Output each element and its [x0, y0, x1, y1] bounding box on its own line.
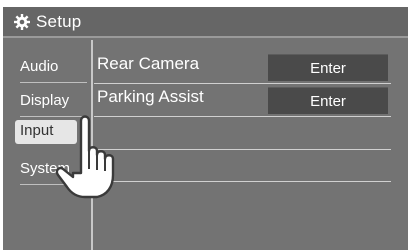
row-rear-camera: Rear Camera Enter — [94, 51, 393, 81]
page-title: Setup — [36, 12, 82, 31]
pointing-hand-icon — [55, 115, 115, 199]
gear-icon — [14, 14, 30, 30]
sidebar-item-display[interactable]: Display — [15, 90, 87, 117]
sidebar-item-audio[interactable]: Audio — [15, 56, 87, 83]
sidebar-item-label: Audio — [20, 58, 59, 75]
divider — [20, 82, 87, 83]
setup-screen: Setup Audio Display Input System Rear Ca… — [3, 7, 408, 250]
row-divider — [94, 149, 391, 150]
parking-assist-enter-button[interactable]: Enter — [268, 87, 388, 114]
sidebar-item-label: Input — [20, 122, 54, 139]
parking-assist-label: Parking Assist — [97, 87, 204, 106]
rear-camera-label: Rear Camera — [97, 54, 200, 73]
sidebar-item-label: Display — [20, 92, 70, 109]
rear-camera-enter-button[interactable]: Enter — [268, 54, 388, 81]
row-parking-assist: Parking Assist Enter — [94, 84, 393, 114]
title-bar: Setup — [3, 7, 408, 38]
row-divider — [94, 116, 391, 117]
row-divider — [94, 181, 391, 182]
